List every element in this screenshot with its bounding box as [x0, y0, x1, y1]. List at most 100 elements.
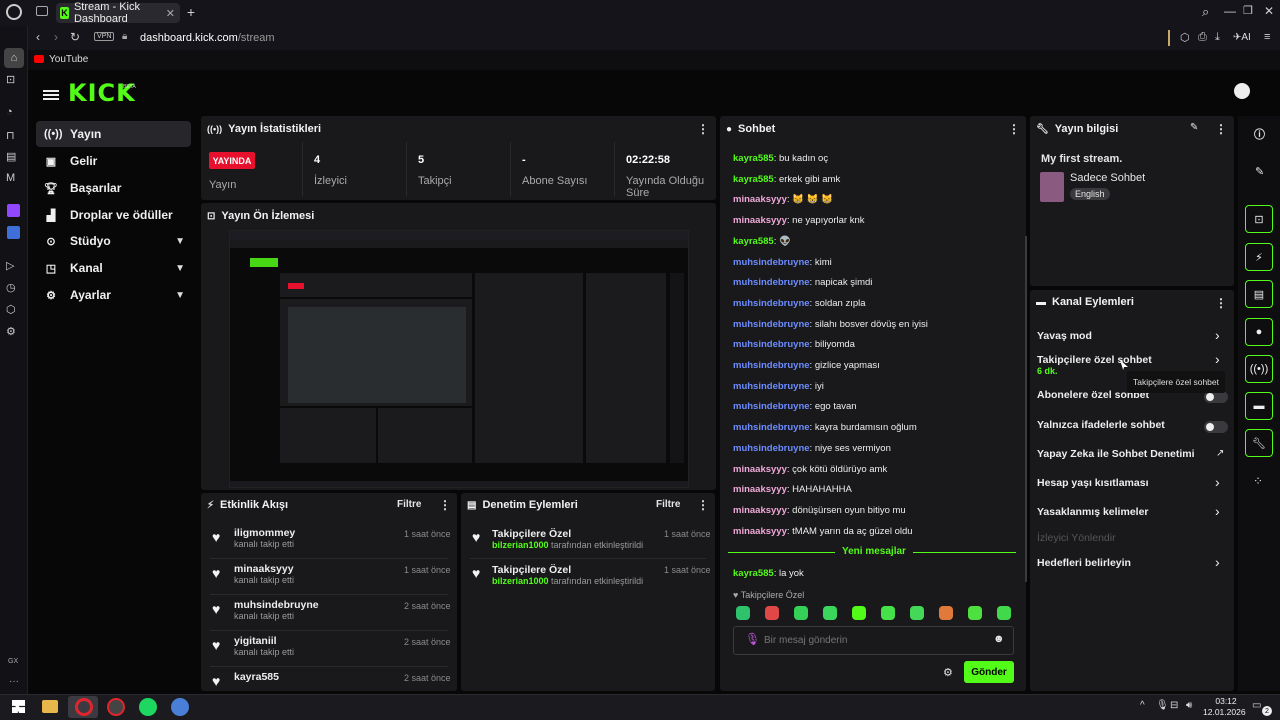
nav-kanal[interactable]: ◳ Kanal ▼: [36, 255, 191, 281]
gx-icon[interactable]: GX: [8, 658, 18, 665]
emote-icon[interactable]: [910, 606, 924, 620]
vpn-badge[interactable]: VPN: [94, 32, 115, 41]
nav-ayarlar[interactable]: ⚙ Ayarlar ▼: [36, 282, 191, 308]
chat-username[interactable]: muhsindebruyne: [733, 381, 810, 392]
emote-icon[interactable]: [968, 606, 982, 620]
bag-icon[interactable]: ⊓: [6, 129, 15, 142]
emote-icon[interactable]: [939, 606, 953, 620]
chat-username[interactable]: muhsindebruyne: [733, 401, 810, 412]
emoji-icon[interactable]: ☻: [993, 633, 1005, 645]
extensions-icon[interactable]: ⬡: [1180, 31, 1190, 44]
chat-menu-icon[interactable]: ⋮: [1008, 122, 1020, 136]
chat-username[interactable]: minaaksyyy: [733, 194, 787, 205]
chat-settings-icon[interactable]: ⚙: [943, 666, 953, 679]
emote-icon[interactable]: [765, 606, 779, 620]
chat-username[interactable]: kayra585: [733, 174, 774, 185]
chat-username[interactable]: muhsindebruyne: [733, 360, 810, 371]
chevron-right-icon[interactable]: ›: [1215, 351, 1226, 367]
nav-studyo[interactable]: ⊙ Stüdyo ▼: [36, 228, 191, 254]
hamburger-menu-icon[interactable]: [43, 90, 59, 92]
nav-droplar[interactable]: ▟ Droplar ve ödüller: [36, 202, 191, 228]
clock-icon[interactable]: ◷: [6, 281, 16, 294]
chat-input[interactable]: [764, 632, 984, 648]
chat-username[interactable]: muhsindebruyne: [733, 277, 810, 288]
clock-date[interactable]: 12.01.2026: [1203, 707, 1246, 717]
play-icon[interactable]: ▷: [6, 259, 14, 272]
chat-username[interactable]: kayra585: [733, 236, 774, 247]
ai-button[interactable]: ✈AI: [1233, 32, 1251, 43]
actions-menu-icon[interactable]: ⋮: [1215, 296, 1227, 310]
nav-basarilar[interactable]: 🏆︎ Başarılar: [36, 175, 191, 201]
info-icon[interactable]: ⓘ: [1254, 126, 1265, 142]
nav-yayin[interactable]: ((•)) Yayın: [36, 121, 191, 147]
chat-username[interactable]: muhsindebruyne: [733, 298, 810, 309]
file-explorer-icon[interactable]: [42, 700, 58, 713]
chat-username[interactable]: minaaksyyy: [733, 505, 787, 516]
chevron-right-icon[interactable]: ›: [1215, 554, 1226, 570]
more-icon[interactable]: ···: [9, 676, 19, 687]
chat-bubble-icon[interactable]: ●: [1245, 318, 1273, 346]
reload-icon[interactable]: ↻: [70, 30, 80, 44]
clipboard-icon[interactable]: ▤: [1245, 280, 1273, 308]
m-icon[interactable]: M: [6, 172, 15, 184]
channel-action-item[interactable]: Yasaklanmış kelimeler: [1037, 506, 1149, 518]
user-avatar[interactable]: [1234, 83, 1250, 99]
category-name[interactable]: Sadece Sohbet: [1070, 172, 1145, 184]
emote-icon[interactable]: [736, 606, 750, 620]
chat-username[interactable]: muhsindebruyne: [733, 339, 810, 350]
channel-action-item[interactable]: Hedefleri belirleyin: [1037, 557, 1131, 569]
edit-icon[interactable]: ✎: [1190, 122, 1198, 133]
volume-icon[interactable]: 🔊︎: [1186, 700, 1192, 711]
stats-menu-icon[interactable]: ⋮: [697, 122, 709, 136]
minimize-icon[interactable]: —: [1224, 4, 1236, 18]
capture-icon[interactable]: ⊡: [1245, 205, 1273, 233]
cube-icon[interactable]: ⬡: [6, 303, 16, 316]
chat-username[interactable]: kayra585: [733, 153, 774, 164]
back-icon[interactable]: ‹: [36, 30, 40, 44]
activity-menu-icon[interactable]: ⋮: [439, 498, 451, 512]
mic-tray-icon[interactable]: 🎙︎: [1156, 700, 1169, 711]
moderation-filter-button[interactable]: Filtre: [656, 499, 680, 510]
channel-icon[interactable]: ▬: [1245, 392, 1273, 420]
close-tab-icon[interactable]: ✕: [166, 7, 175, 20]
wrench-icon[interactable]: 🔧︎: [1245, 429, 1273, 457]
chat-username[interactable]: muhsindebruyne: [733, 422, 810, 433]
twitch-icon[interactable]: [7, 204, 20, 217]
app-icon[interactable]: [7, 226, 20, 239]
broadcast-icon[interactable]: ((•)): [1245, 355, 1273, 383]
activity-user[interactable]: muhsindebruyne: [234, 599, 319, 611]
gamepad-icon[interactable]: ⊡: [6, 73, 15, 86]
bolt-icon[interactable]: ⚡︎: [1245, 243, 1273, 271]
nav-gelir[interactable]: ▣ Gelir: [36, 148, 191, 174]
home-icon[interactable]: ⌂: [4, 48, 24, 68]
emote-icon[interactable]: [997, 606, 1011, 620]
chat-username[interactable]: muhsindebruyne: [733, 319, 810, 330]
activity-user[interactable]: kayra585: [234, 671, 279, 683]
news-icon[interactable]: ▤: [6, 150, 16, 163]
chat-username[interactable]: minaaksyyy: [733, 464, 787, 475]
moderator-name[interactable]: bilzerian1000: [492, 576, 549, 586]
download-icon[interactable]: ⤓: [1215, 31, 1220, 44]
forward-icon[interactable]: ›: [54, 30, 58, 44]
tray-chevron-icon[interactable]: ^: [1140, 700, 1145, 711]
stream-preview-video[interactable]: [229, 230, 689, 488]
activity-user[interactable]: iligmommey: [234, 527, 295, 539]
activity-user[interactable]: minaaksyyy: [234, 563, 294, 575]
emote-icon[interactable]: [794, 606, 808, 620]
apps-icon[interactable]: ⁘: [1253, 474, 1263, 488]
moderation-menu-icon[interactable]: ⋮: [697, 498, 709, 512]
emote-icon[interactable]: [881, 606, 895, 620]
spotify-icon[interactable]: [139, 698, 157, 716]
bookmark-youtube[interactable]: YouTube: [49, 54, 88, 65]
app-taskbar-icon[interactable]: [107, 698, 125, 716]
menu-icon[interactable]: ≡: [1264, 31, 1270, 43]
opera-logo-icon[interactable]: [6, 4, 22, 20]
tab-switcher-icon[interactable]: [36, 6, 48, 16]
url-text[interactable]: dashboard.kick.com/stream: [140, 32, 275, 44]
channel-action-item[interactable]: Yavaş mod: [1037, 330, 1092, 342]
new-tab-button[interactable]: +: [184, 4, 198, 20]
channel-action-item[interactable]: Hesap yaşı kısıtlaması: [1037, 477, 1149, 489]
send-button[interactable]: Gönder: [964, 661, 1014, 683]
snapshot-icon[interactable]: ⎙: [1198, 31, 1207, 44]
chat-username[interactable]: minaaksyyy: [733, 526, 787, 537]
